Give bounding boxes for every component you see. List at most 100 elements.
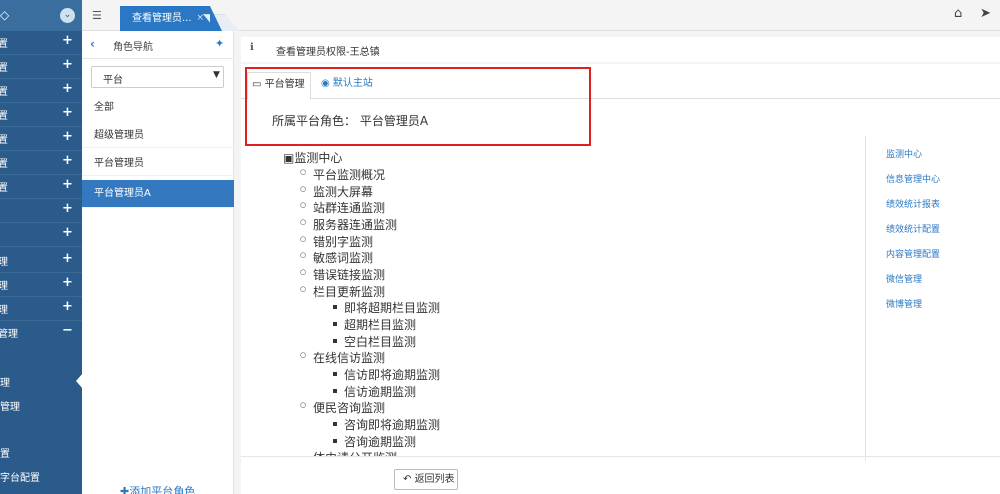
send-icon[interactable]: ➤ [980,6,991,21]
expand-icon[interactable]: + [62,177,73,192]
tree-root[interactable]: ▣监测中心 [283,149,342,166]
sidebar-item-label: 置 [0,111,8,122]
left-sidebar: ◇ ⌄ 置 + 置 + 置 + 置 + 置 + 置 + 置 + + + 理 + 理 + 理 + 管理… [0,0,82,494]
breadcrumb-title: 查看管理员权限-王总镇 [276,47,380,58]
tree-node-child[interactable]: 即将超期栏目监测 [332,299,440,316]
tree-node-child[interactable]: 超期栏目监测 [332,316,416,333]
permission-card: ▭ 平台管理 ◉ 默认主站 所属平台角色： 平台管理员A ▣监测中心 平台监测概… [241,64,1000,494]
chevron-down-icon[interactable]: ⌄ [60,8,75,23]
tab-label: 查看管理员... [132,13,192,24]
tree-node[interactable]: 平台监测概况 [300,166,385,183]
sidebar-item[interactable]: 置 + [0,175,82,199]
sidebar-item[interactable]: 置 + [0,79,82,103]
sidebar-item[interactable]: 置 + [0,55,82,79]
collapse-icon[interactable]: − [62,323,73,338]
sidebar-item[interactable]: 置 + [0,127,82,151]
sidebar-item-label: 置 [0,183,8,194]
sidebar-subitem-label: 置 [0,449,10,460]
sidebar-item-label: 置 [0,87,8,98]
right-link[interactable]: 微博管理 [886,297,922,310]
sidebar-item[interactable]: 理 + [0,249,82,273]
sidebar-item[interactable]: 管理 − [0,321,82,345]
role-nav-title: 角色导航 [113,42,153,53]
expand-icon[interactable]: + [62,153,73,168]
sidebar-subitem-label: 字台配置 [0,473,40,484]
footer-divider [241,456,1000,457]
sidebar-item-label: 置 [0,63,8,74]
back-to-list-button[interactable]: ↶ 返回列表 [394,469,458,490]
tree-checkbox-icon[interactable]: ▣ [283,151,294,165]
role-item[interactable]: 超级管理员 [82,123,234,148]
tree-root-label: 监测中心 [294,151,343,165]
right-link[interactable]: 内容管理配置 [886,247,940,260]
tree-node-child[interactable]: 信访即将逾期监测 [332,366,440,383]
highlight-box [245,67,591,146]
tab-view-admin[interactable]: 查看管理员... × [120,6,210,31]
tree-node[interactable]: 站群连通监测 [300,199,385,216]
tree-node[interactable]: 敏感词监测 [300,249,373,266]
expand-icon[interactable]: + [62,33,73,48]
tree-node[interactable]: 栏目更新监测 [300,283,385,300]
menu-list-icon[interactable]: ☰ [92,9,102,22]
right-link[interactable]: 信息管理中心 [886,172,940,185]
role-item-selected[interactable]: 平台管理员A [82,180,234,208]
role-item-all[interactable]: 全部 [82,95,234,120]
close-icon[interactable]: × [196,6,204,31]
tree-node[interactable]: 错误链接监测 [300,266,385,283]
sidebar-item-label: 理 [0,281,8,292]
sidebar-item-label: 理 [0,257,8,268]
expand-icon[interactable]: + [62,201,73,216]
sidebar-item-label: 置 [0,159,8,170]
expand-icon[interactable]: + [62,57,73,72]
expand-icon[interactable]: + [62,275,73,290]
tree-node-child[interactable]: 信访逾期监测 [332,383,416,400]
sidebar-toggle-icon[interactable]: ◇ [0,8,9,22]
caret-down-icon: ▼ [213,70,220,80]
top-header: ☰ 查看管理员... × ⌂ ➤ [82,0,1000,31]
breadcrumb: ℹ 查看管理员权限-王总镇 [241,37,1000,62]
sidebar-item-label: 置 [0,135,8,146]
sidebar-item[interactable]: 置 + [0,103,82,127]
sidebar-item[interactable]: 理 + [0,297,82,321]
platform-select[interactable]: 平台 ▼ [91,66,224,88]
add-platform-role-link[interactable]: ✚添加平台角色 [120,483,195,494]
sidebar-subitem[interactable]: 字台配置 [0,469,40,484]
sidebar-subitem[interactable]: 管理 [0,398,20,413]
tree-node[interactable]: 服务器连通监测 [300,216,397,233]
right-divider [865,136,866,461]
sidebar-subitem-selected[interactable]: 理 [0,373,82,389]
pin-icon[interactable]: ✦ [215,37,224,50]
chevron-left-icon[interactable]: ‹ [90,37,95,51]
sidebar-item[interactable]: 置 + [0,151,82,175]
right-link[interactable]: 监测中心 [886,147,922,160]
expand-icon[interactable]: + [62,105,73,120]
role-nav-panel: ‹ 角色导航 ✦ 平台 ▼ 全部 超级管理员 平台管理员 平台管理员A ✚添加平… [82,31,234,494]
tree-node[interactable]: 便民咨询监测 [300,399,385,416]
sidebar-item[interactable]: + [0,223,82,247]
sidebar-item[interactable]: 置 + [0,31,82,55]
info-icon: ℹ [250,42,254,53]
tree-node-child[interactable]: 咨询即将逾期监测 [332,416,440,433]
expand-icon[interactable]: + [62,251,73,266]
tree-node[interactable]: 监测大屏幕 [300,183,373,200]
home-icon[interactable]: ⌂ [954,6,962,21]
right-link[interactable]: 绩效统计配置 [886,222,940,235]
sidebar-item[interactable]: 理 + [0,273,82,297]
sidebar-subitem[interactable]: 置 [0,445,10,460]
expand-icon[interactable]: + [62,299,73,314]
tree-node[interactable]: 错别字监测 [300,233,373,250]
reply-icon: ↶ [403,474,415,485]
tree-node[interactable]: 在线信访监测 [300,349,385,366]
tree-node-child[interactable]: 咨询逾期监测 [332,433,416,450]
expand-icon[interactable]: + [62,81,73,96]
tab-tail-decoration [210,6,222,31]
sidebar-item-label: 理 [0,305,8,316]
role-item[interactable]: 平台管理员 [82,151,234,176]
tree-node-child[interactable]: 空白栏目监测 [332,333,416,350]
expand-icon[interactable]: + [62,129,73,144]
right-link[interactable]: 微信管理 [886,272,922,285]
sidebar-item[interactable]: + [0,199,82,223]
expand-icon[interactable]: + [62,225,73,240]
platform-select-value: 平台 [103,75,123,86]
right-link[interactable]: 绩效统计报表 [886,197,940,210]
